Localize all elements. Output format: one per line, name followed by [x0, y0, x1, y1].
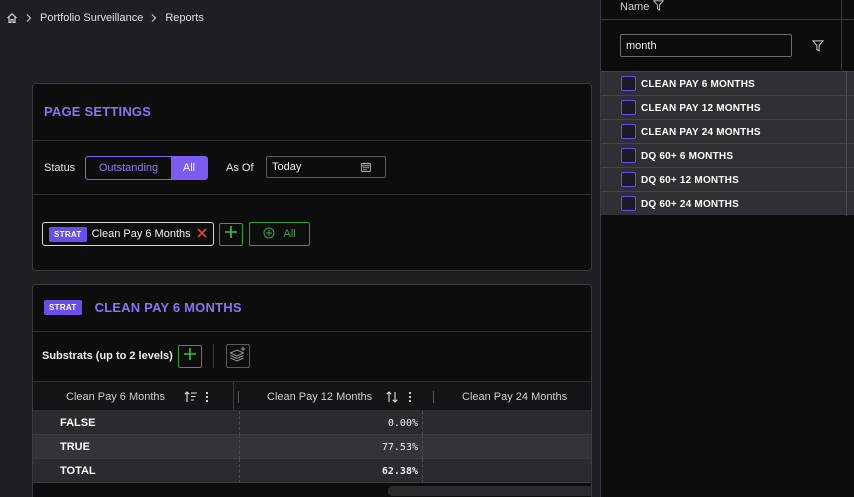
list-item[interactable]: DQ 60+ 6 MONTHS — [601, 143, 854, 168]
row-value: 77.53% — [239, 435, 423, 459]
divider — [33, 140, 591, 141]
strat-title: CLEAN PAY 6 MONTHS — [94, 300, 242, 315]
filter-icon[interactable] — [653, 0, 665, 14]
option-label: DQ 60+ 12 MONTHS — [641, 174, 739, 186]
sort-ascending-icon[interactable] — [184, 382, 198, 412]
column-header-clean-pay-24-months[interactable]: Clean Pay 24 Months — [462, 382, 567, 412]
status-toggle: Outstanding All — [85, 156, 208, 180]
substrats-label: Substrats (up to 2 levels) — [42, 350, 173, 362]
strat-header: STRAT CLEAN PAY 6 MONTHS — [44, 300, 242, 315]
filter-icon[interactable] — [811, 39, 825, 57]
name-column-header[interactable]: Name — [620, 0, 665, 14]
strat-tag: STRAT — [49, 226, 87, 242]
strat-grid: Clean Pay 6 Months Clean Pay 12 Months C… — [33, 381, 591, 483]
checkbox[interactable] — [621, 100, 636, 115]
page-settings-title: PAGE SETTINGS — [44, 104, 152, 119]
column-divider[interactable] — [233, 382, 234, 412]
row-value: 62.38% — [239, 459, 423, 483]
chevron-right-icon — [151, 14, 157, 22]
row-label: FALSE — [60, 417, 96, 429]
breadcrumb-portfolio-surveillance[interactable]: Portfolio Surveillance — [40, 12, 143, 24]
list-item[interactable]: DQ 60+ 12 MONTHS — [601, 167, 854, 192]
plus-circle-icon — [263, 227, 275, 242]
row-value: 0.00% — [239, 411, 423, 435]
checkbox[interactable] — [621, 196, 636, 211]
plus-icon — [224, 225, 238, 244]
close-icon[interactable] — [196, 227, 208, 242]
option-label: DQ 60+ 6 MONTHS — [641, 150, 734, 162]
divider — [33, 331, 591, 332]
add-all-label: All — [283, 228, 296, 240]
add-strat-button[interactable] — [219, 223, 243, 246]
divider — [213, 344, 214, 368]
divider — [841, 20, 842, 70]
divider — [846, 96, 847, 120]
filter-panel-header: Name — [601, 0, 854, 20]
table-row: TRUE 77.53% — [33, 435, 591, 459]
option-label: CLEAN PAY 6 MONTHS — [641, 78, 755, 90]
table-row-total: TOTAL 62.38% — [33, 459, 591, 483]
option-label: DQ 60+ 24 MONTHS — [641, 198, 739, 210]
chevron-right-icon — [26, 14, 32, 22]
home-icon[interactable] — [6, 12, 18, 24]
add-substrat-button[interactable] — [178, 345, 202, 368]
checkbox[interactable] — [621, 124, 636, 139]
plus-icon — [183, 347, 197, 366]
breadcrumb-reports[interactable]: Reports — [165, 12, 204, 24]
list-item[interactable]: CLEAN PAY 24 MONTHS — [601, 119, 854, 144]
name-column-label: Name — [620, 1, 650, 13]
column-resize-handle[interactable] — [433, 391, 434, 403]
strat-chip[interactable]: STRAT Clean Pay 6 Months — [42, 222, 214, 246]
option-label: CLEAN PAY 12 MONTHS — [641, 102, 761, 114]
column-header-clean-pay-6-months[interactable]: Clean Pay 6 Months — [66, 382, 165, 412]
column-resize-handle[interactable] — [238, 391, 239, 403]
divider — [841, 0, 842, 20]
divider — [846, 120, 847, 144]
breadcrumb: Portfolio Surveillance Reports — [6, 11, 204, 25]
as-of-value: Today — [272, 161, 302, 173]
column-menu-icon[interactable] — [408, 382, 412, 412]
divider — [33, 194, 591, 195]
list-item[interactable]: CLEAN PAY 6 MONTHS — [601, 71, 854, 96]
checkbox[interactable] — [621, 76, 636, 91]
add-layer-button[interactable] — [226, 344, 250, 368]
column-header-clean-pay-12-months[interactable]: Clean Pay 12 Months — [267, 382, 372, 412]
layers-add-icon — [229, 346, 247, 367]
as-of-date-field[interactable]: Today — [266, 156, 386, 178]
strat-card: STRAT CLEAN PAY 6 MONTHS Substrats (up t… — [32, 284, 592, 497]
list-item[interactable]: DQ 60+ 24 MONTHS — [601, 191, 854, 216]
checkbox[interactable] — [621, 148, 636, 163]
horizontal-scrollbar[interactable] — [388, 486, 591, 496]
as-of-label: As Of — [226, 162, 254, 174]
row-label: TRUE — [60, 441, 90, 453]
filter-panel: Name CLEAN PAY 6 MONTHS CLEAN PAY 12 MON… — [600, 0, 854, 497]
status-option-outstanding[interactable]: Outstanding — [86, 157, 171, 179]
page-settings-card: PAGE SETTINGS Status Outstanding All As … — [32, 83, 592, 271]
strat-tag: STRAT — [44, 300, 82, 315]
option-label: CLEAN PAY 24 MONTHS — [641, 126, 761, 138]
divider — [846, 168, 847, 192]
add-all-button[interactable]: All — [249, 222, 310, 246]
divider — [846, 72, 847, 96]
row-label: TOTAL — [60, 465, 96, 477]
status-option-all[interactable]: All — [171, 157, 207, 179]
strat-chip-label: Clean Pay 6 Months — [91, 228, 191, 240]
checkbox[interactable] — [621, 172, 636, 187]
sort-both-icon[interactable] — [386, 382, 398, 412]
filter-options-list: CLEAN PAY 6 MONTHS CLEAN PAY 12 MONTHS C… — [601, 71, 854, 216]
list-item[interactable]: CLEAN PAY 12 MONTHS — [601, 95, 854, 120]
table-row: FALSE 0.00% — [33, 411, 591, 435]
divider — [846, 192, 847, 216]
status-label: Status — [44, 162, 76, 174]
filter-search-input[interactable] — [620, 34, 792, 57]
column-menu-icon[interactable] — [205, 382, 209, 412]
grid-header: Clean Pay 6 Months Clean Pay 12 Months C… — [33, 381, 591, 412]
divider — [846, 144, 847, 168]
